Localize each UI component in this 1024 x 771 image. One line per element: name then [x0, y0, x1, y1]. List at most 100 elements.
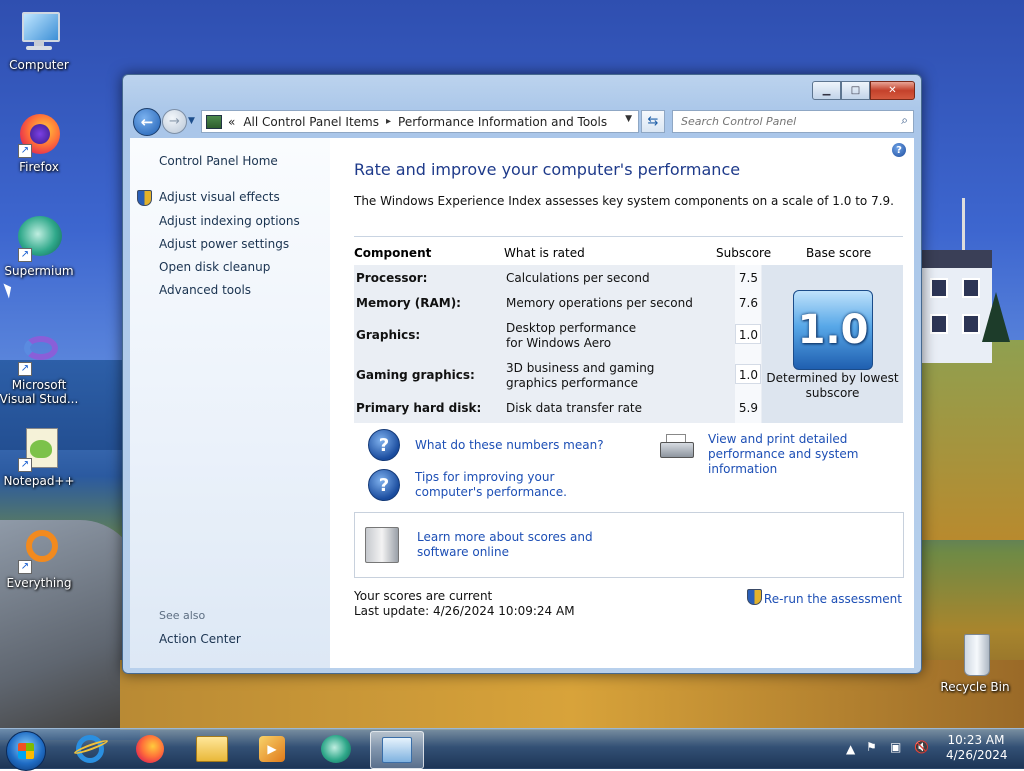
wallpaper-tree: [982, 292, 1010, 342]
everything-icon: ↗: [16, 528, 62, 574]
windows-logo-icon-lower: [18, 751, 34, 759]
address-bar[interactable]: « All Control Panel Items ▸ Performance …: [201, 110, 639, 133]
show-hidden-icons-button[interactable]: ▲: [846, 742, 855, 756]
mouse-cursor-icon: [3, 281, 15, 299]
recent-pages-dropdown[interactable]: ▼: [188, 116, 195, 126]
rerun-assessment-label: Re-run the assessment: [763, 592, 902, 606]
search-input[interactable]: [679, 114, 893, 129]
tips-improving-link[interactable]: Tips for improving your computer's perfo…: [415, 470, 625, 500]
score-table-header: Component What is rated Subscore Base sc…: [354, 236, 903, 266]
back-button[interactable]: ←: [133, 108, 161, 136]
rated-description: Desktop performance for Windows Aero: [506, 321, 637, 350]
taskbar-firefox[interactable]: [124, 731, 176, 767]
performance-tools-icon: [382, 737, 412, 763]
header-base-score: Base score: [806, 246, 872, 260]
shortcut-arrow-icon: ↗: [18, 362, 32, 376]
breadcrumb-performance[interactable]: Performance Information and Tools: [398, 115, 607, 129]
subscore-value: 1.0: [738, 328, 758, 342]
maximize-button[interactable]: □: [841, 81, 870, 100]
internet-explorer-icon: [73, 735, 109, 763]
advanced-tools-link[interactable]: Advanced tools: [159, 283, 251, 297]
address-chevron-icon[interactable]: «: [228, 115, 235, 129]
action-center-link[interactable]: Action Center: [159, 632, 241, 646]
what-numbers-mean-link[interactable]: What do these numbers mean?: [415, 438, 604, 453]
minimize-button[interactable]: ▁: [812, 81, 841, 100]
media-player-icon: ▶: [259, 736, 285, 762]
desktop-icon-recycle-bin[interactable]: Recycle Bin: [933, 632, 1017, 694]
breadcrumb-separator-icon[interactable]: ▸: [386, 116, 391, 127]
taskbar-supermium[interactable]: [310, 731, 362, 767]
header-subscore: Subscore: [716, 246, 772, 260]
page-title: Rate and improve your computer's perform…: [354, 160, 741, 179]
see-also-label: See also: [159, 609, 206, 622]
desktop-icon-visual-studio[interactable]: ↗ Microsoft Visual Stud...: [0, 330, 81, 406]
taskbar-control-panel[interactable]: [370, 731, 424, 769]
window-controls: ▁ □ ✕: [812, 81, 915, 100]
scores-current-text: Your scores are current: [354, 589, 493, 603]
rerun-assessment-link[interactable]: Re-run the assessment: [746, 589, 902, 606]
main-content: ? Rate and improve your computer's perfo…: [330, 138, 914, 668]
subscore-value: 7.5: [738, 271, 758, 285]
network-icon[interactable]: ▣: [890, 740, 901, 754]
base-score-note: Determined by lowest subscore: [766, 371, 899, 400]
score-status: Your scores are current Last update: 4/2…: [354, 589, 575, 619]
back-arrow-icon: ←: [140, 113, 154, 131]
forward-button[interactable]: →: [162, 109, 187, 134]
header-component: Component: [354, 246, 432, 260]
desktop-icon-label: Everything: [6, 576, 72, 590]
taskbar-file-explorer[interactable]: [186, 731, 238, 767]
shortcut-arrow-icon: ↗: [18, 144, 32, 158]
adjust-power-settings-link[interactable]: Adjust power settings: [159, 237, 289, 251]
taskbar-internet-explorer[interactable]: [64, 731, 116, 767]
component-label: Primary hard disk:: [356, 401, 482, 415]
recycle-bin-icon: [952, 632, 998, 678]
component-label: Processor:: [356, 271, 428, 285]
start-button[interactable]: [6, 731, 46, 771]
taskbar: ▶ ▲ ⚑ ▣ 🔇: [0, 728, 1024, 771]
desktop-icon-notepadpp[interactable]: ↗ Notepad++: [0, 426, 81, 488]
breadcrumb-all-control-panel-items[interactable]: All Control Panel Items: [243, 115, 379, 129]
address-dropdown-icon[interactable]: ▼: [625, 114, 632, 124]
folder-icon: [196, 736, 228, 762]
desktop-icon-label: Computer: [9, 58, 69, 72]
desktop-icon-supermium[interactable]: ↗ Supermium: [0, 216, 81, 278]
control-panel-home-link[interactable]: Control Panel Home: [159, 154, 278, 168]
firefox-icon: [136, 735, 164, 763]
desktop-icon-computer[interactable]: Computer: [0, 10, 81, 72]
refresh-button[interactable]: ⇆: [641, 110, 665, 133]
rated-description: Memory operations per second: [506, 296, 693, 310]
clock-date: 4/26/2024: [946, 748, 1008, 762]
view-print-details-link[interactable]: View and print detailed performance and …: [708, 432, 908, 477]
adjust-visual-effects-link[interactable]: Adjust visual effects: [159, 190, 280, 204]
subscore-column: [735, 265, 761, 423]
shortcut-arrow-icon: ↗: [18, 248, 32, 262]
subscore-value: 7.6: [738, 296, 758, 310]
action-center-flag-icon[interactable]: ⚑: [866, 740, 877, 754]
header-what-is-rated: What is rated: [504, 246, 585, 260]
uac-shield-icon: [137, 190, 152, 206]
component-label: Gaming graphics:: [356, 368, 475, 382]
desktop-icon-label: Supermium: [4, 264, 74, 278]
desktop-icon-label: Recycle Bin: [940, 680, 1010, 694]
firefox-icon: ↗: [16, 112, 62, 158]
clock-time: 10:23 AM: [947, 733, 1005, 747]
desktop-icon-everything[interactable]: ↗ Everything: [0, 528, 81, 590]
learn-more-link[interactable]: Learn more about scores and software onl…: [417, 530, 627, 560]
open-disk-cleanup-link[interactable]: Open disk cleanup: [159, 260, 270, 274]
desktop-icon-label: Firefox: [19, 160, 59, 174]
visual-studio-icon: ↗: [16, 330, 62, 376]
search-icon[interactable]: ⌕: [901, 113, 908, 128]
desktop-icon-firefox[interactable]: ↗ Firefox: [0, 112, 81, 174]
help-icon[interactable]: ?: [892, 143, 906, 157]
supermium-icon: [321, 735, 351, 763]
system-clock[interactable]: 10:23 AM 4/26/2024: [946, 733, 1008, 763]
last-update-text: Last update: 4/26/2024 10:09:24 AM: [354, 604, 575, 618]
adjust-indexing-options-link[interactable]: Adjust indexing options: [159, 214, 300, 228]
control-panel-icon: [206, 114, 222, 129]
volume-muted-icon[interactable]: 🔇: [914, 740, 929, 754]
close-button[interactable]: ✕: [870, 81, 915, 100]
software-box-icon: [365, 527, 399, 563]
search-box[interactable]: ⌕: [672, 110, 914, 133]
taskbar-media-player[interactable]: ▶: [246, 731, 298, 767]
subscore-value: 1.0: [738, 368, 758, 382]
